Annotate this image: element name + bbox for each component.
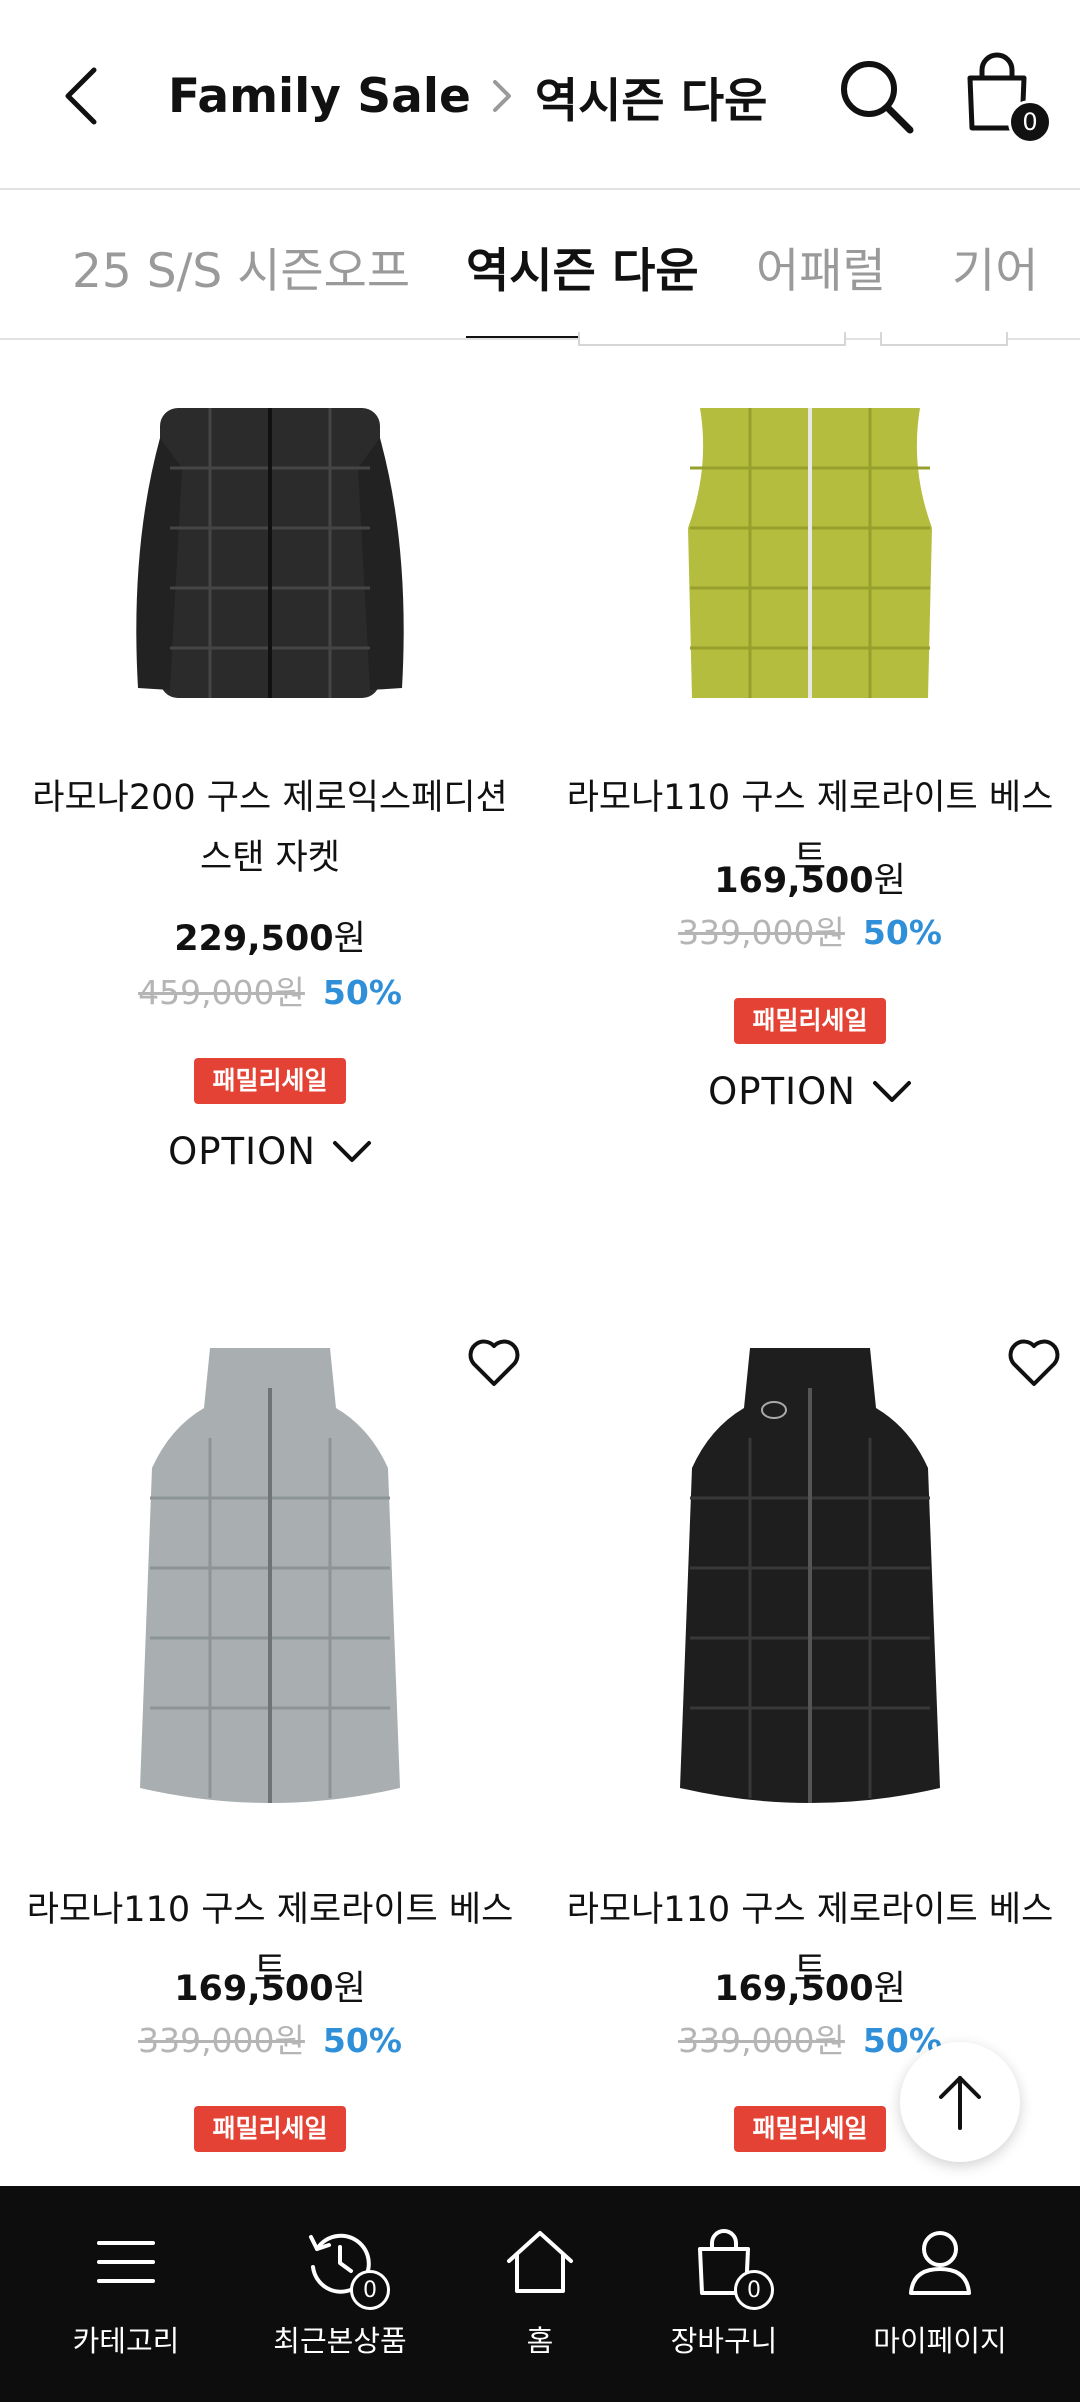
nav-category-label: 카테고리 — [72, 2324, 180, 2358]
tab-season-off[interactable]: 25 S/S 시즌오프 — [72, 192, 410, 338]
arrow-up-icon — [939, 2076, 981, 2130]
nav-mypage-label: 마이페이지 — [873, 2324, 1007, 2358]
product-price: 169,500원 — [0, 1960, 540, 2011]
tab-off-season-down[interactable]: 역시즌 다운 — [466, 192, 699, 338]
product-original-price: 339,000원 50% — [0, 2014, 540, 2062]
price-currency: 원 — [333, 919, 366, 959]
product-price: 229,500원 — [0, 910, 540, 961]
discount-rate: 50% — [322, 2021, 402, 2060]
product-price: 169,500원 — [540, 852, 1080, 903]
chevron-right-icon — [491, 78, 513, 114]
nav-cart-label: 장바구니 — [670, 2324, 778, 2358]
original-price-currency: 원 — [814, 2021, 845, 2060]
product-original-price: 339,000원 50% — [540, 906, 1080, 954]
nav-recent-label: 최근본상품 — [273, 2324, 407, 2358]
product-name[interactable]: 라모나200 구스 제로익스페디션 스탠 자켓 — [20, 768, 520, 888]
product-image[interactable] — [0, 1348, 540, 1818]
bottom-navigation: 카테고리 0 최근본상품 홈 0 장바구니 마이페이지 — [0, 2186, 1080, 2402]
scroll-to-top-button[interactable] — [900, 2042, 1020, 2162]
original-price-number: 339,000 — [678, 913, 815, 952]
tab-apparel[interactable]: 어패럴 — [756, 192, 886, 338]
nav-home-label: 홈 — [526, 2324, 554, 2358]
original-price-value: 339,000원 — [678, 913, 845, 952]
option-label: OPTION — [708, 1070, 856, 1113]
price-currency: 원 — [873, 861, 906, 901]
original-price-currency: 원 — [814, 913, 845, 952]
sale-badge-wrap: 패밀리세일 — [0, 1058, 540, 1104]
product-price: 169,500원 — [540, 1960, 1080, 2011]
original-price-value: 339,000원 — [678, 2021, 845, 2060]
price-value: 169,500 — [714, 861, 874, 901]
family-sale-badge: 패밀리세일 — [194, 2106, 346, 2152]
chevron-down-icon — [332, 1140, 371, 1162]
product-card[interactable]: 라모나200 구스 제로익스페디션 스탠 자켓 229,500원 459,000… — [0, 346, 540, 1246]
product-card[interactable]: 라모나110 구스 제로라이트 베스트 169,500원 339,000원 50%… — [540, 1320, 1080, 2160]
sale-badge-wrap: 패밀리세일 — [0, 2106, 540, 2152]
top-header: Family Sale 역시즌 다운 0 — [0, 0, 1080, 190]
original-price-currency: 원 — [274, 973, 305, 1012]
chevron-down-icon — [872, 1080, 911, 1102]
recent-count-badge: 0 — [350, 2270, 390, 2310]
original-price-currency: 원 — [274, 2021, 305, 2060]
breadcrumb-title[interactable]: Family Sale — [168, 69, 471, 124]
back-button[interactable] — [52, 58, 112, 134]
option-label: OPTION — [168, 1130, 316, 1173]
history-icon: 0 — [300, 2222, 390, 2310]
original-price-number: 339,000 — [138, 2021, 275, 2060]
original-price-number: 339,000 — [678, 2021, 815, 2060]
product-image[interactable] — [0, 408, 540, 708]
breadcrumb: Family Sale 역시즌 다운 — [168, 60, 767, 132]
option-dropdown[interactable]: OPTION — [0, 1130, 540, 1173]
nav-home[interactable]: 홈 — [440, 2186, 640, 2402]
sale-badge-wrap: 패밀리세일 — [540, 998, 1080, 1044]
family-sale-badge: 패밀리세일 — [194, 1058, 346, 1104]
nav-category[interactable]: 카테고리 — [26, 2186, 226, 2402]
cart-count-badge: 0 — [1008, 100, 1052, 144]
product-card[interactable]: 라모나110 구스 제로라이트 베스트 169,500원 339,000원 50%… — [0, 1320, 540, 2160]
cart-icon: 0 — [684, 2222, 774, 2310]
product-card[interactable]: 라모나110 구스 제로라이트 베스트 169,500원 339,000원 50%… — [540, 346, 1080, 1246]
discount-rate: 50% — [862, 913, 942, 952]
original-price-number: 459,000 — [138, 973, 275, 1012]
search-button[interactable] — [836, 56, 916, 136]
home-icon — [500, 2222, 580, 2302]
filter-dropdown-partial[interactable] — [578, 332, 846, 346]
discount-rate: 50% — [322, 973, 402, 1012]
product-original-price: 339,000원 50% — [540, 2014, 1080, 2062]
price-value: 169,500 — [714, 1969, 874, 2009]
search-icon — [841, 61, 914, 134]
user-icon — [900, 2222, 980, 2302]
price-currency: 원 — [333, 1969, 366, 2009]
product-image[interactable] — [540, 1348, 1080, 1818]
family-sale-badge: 패밀리세일 — [734, 998, 886, 1044]
tab-gear[interactable]: 기어 — [952, 192, 1038, 338]
original-price-value: 339,000원 — [138, 2021, 305, 2060]
nav-recent[interactable]: 0 최근본상품 — [240, 2186, 440, 2402]
original-price-value: 459,000원 — [138, 973, 305, 1012]
price-value: 229,500 — [174, 919, 334, 959]
category-tabs: 25 S/S 시즌오프 역시즌 다운 어패럴 기어 — [0, 192, 1080, 340]
sort-dropdown-partial[interactable] — [880, 332, 1008, 346]
option-dropdown[interactable]: OPTION — [540, 1070, 1080, 1113]
nav-cart[interactable]: 0 장바구니 — [624, 2186, 824, 2402]
family-sale-badge: 패밀리세일 — [734, 2106, 886, 2152]
breadcrumb-subtitle[interactable]: 역시즌 다운 — [535, 62, 768, 131]
chevron-left-icon — [65, 67, 97, 125]
product-image[interactable] — [540, 408, 1080, 708]
menu-icon — [86, 2222, 166, 2302]
product-original-price: 459,000원 50% — [0, 966, 540, 1014]
cart-nav-count-badge: 0 — [734, 2270, 774, 2310]
price-value: 169,500 — [174, 1969, 334, 2009]
nav-mypage[interactable]: 마이페이지 — [840, 2186, 1040, 2402]
price-currency: 원 — [873, 1969, 906, 2009]
